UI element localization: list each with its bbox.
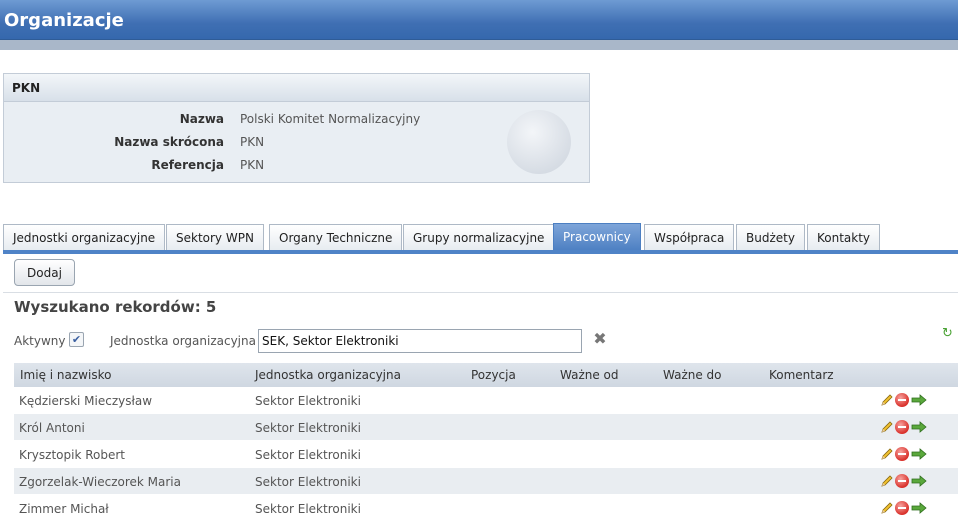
- refresh-icon[interactable]: ↻: [942, 327, 956, 341]
- employees-table: Imię i nazwisko Jednostka organizacyjna …: [14, 363, 958, 522]
- pencil-edit-icon[interactable]: [880, 447, 894, 461]
- organization-panel-header: PKN: [4, 74, 589, 102]
- column-header-valid-from[interactable]: Ważne od: [560, 368, 619, 382]
- tabs-underline: [3, 250, 958, 254]
- cell-name: Kędzierski Mieczysław: [19, 394, 153, 408]
- row-actions: [880, 420, 930, 436]
- tab-bar: Jednostki organizacyjne Sektory WPN Orga…: [3, 223, 958, 251]
- org-field-label: Referencja: [151, 158, 224, 172]
- table-row[interactable]: Król Antoni Sektor Elektroniki: [14, 414, 958, 441]
- cell-name: Zgorzelak-Wieczorek Maria: [19, 475, 181, 489]
- org-field-value: PKN: [240, 135, 265, 149]
- cell-unit: Sektor Elektroniki: [255, 394, 361, 408]
- move-arrow-icon[interactable]: [911, 447, 927, 461]
- pencil-edit-icon[interactable]: [880, 420, 894, 434]
- globe-icon: [507, 110, 571, 174]
- active-checkbox[interactable]: ✔: [69, 332, 84, 347]
- table-header: Imię i nazwisko Jednostka organizacyjna …: [14, 363, 958, 387]
- row-actions: [880, 393, 930, 409]
- tab-cooperation[interactable]: Współpraca: [644, 224, 735, 251]
- column-header-comment[interactable]: Komentarz: [769, 368, 834, 382]
- divider: [3, 292, 958, 293]
- org-field-short-name: Nazwa skrócona PKN: [4, 132, 584, 152]
- delete-icon[interactable]: [895, 447, 909, 461]
- row-actions: [880, 501, 930, 517]
- tab-organizational-units[interactable]: Jednostki organizacyjne: [3, 224, 166, 251]
- table-row[interactable]: Krysztopik Robert Sektor Elektroniki: [14, 441, 958, 468]
- org-field-label: Nazwa: [179, 112, 224, 126]
- cell-unit: Sektor Elektroniki: [255, 421, 361, 435]
- add-button[interactable]: Dodaj: [14, 259, 75, 286]
- delete-icon[interactable]: [895, 393, 909, 407]
- delete-icon[interactable]: [895, 474, 909, 488]
- column-header-position[interactable]: Pozycja: [471, 368, 516, 382]
- org-field-label: Nazwa skrócona: [114, 135, 224, 149]
- unit-filter-label: Jednostka organizacyjna: [110, 334, 256, 348]
- cell-unit: Sektor Elektroniki: [255, 475, 361, 489]
- table-row[interactable]: Kędzierski Mieczysław Sektor Elektroniki: [14, 387, 958, 414]
- unit-filter-input[interactable]: [258, 329, 582, 353]
- row-actions: [880, 447, 930, 463]
- tab-budgets[interactable]: Budżety: [736, 224, 805, 251]
- table-row[interactable]: Zimmer Michał Sektor Elektroniki: [14, 495, 958, 522]
- table-row[interactable]: Zgorzelak-Wieczorek Maria Sektor Elektro…: [14, 468, 958, 495]
- move-arrow-icon[interactable]: [911, 420, 927, 434]
- org-field-value: PKN: [240, 158, 265, 172]
- row-actions: [880, 474, 930, 490]
- move-arrow-icon[interactable]: [911, 501, 927, 515]
- tab-technical-bodies[interactable]: Organy Techniczne: [269, 224, 403, 251]
- header-strip: [0, 40, 958, 50]
- clear-filter-icon[interactable]: ✖: [592, 331, 608, 347]
- org-field-reference: Referencja PKN: [4, 155, 584, 175]
- tab-contacts[interactable]: Kontakty: [807, 224, 881, 251]
- app-header: Organizacje: [0, 0, 958, 40]
- pencil-edit-icon[interactable]: [880, 393, 894, 407]
- tab-wpn-sectors[interactable]: Sektory WPN: [166, 224, 264, 251]
- tab-employees[interactable]: Pracownicy: [553, 223, 641, 251]
- column-header-valid-to[interactable]: Ważne do: [663, 368, 722, 382]
- column-header-unit[interactable]: Jednostka organizacyjna: [255, 368, 401, 382]
- column-header-name[interactable]: Imię i nazwisko: [20, 368, 111, 382]
- pencil-edit-icon[interactable]: [880, 474, 894, 488]
- tab-standardization-groups[interactable]: Grupy normalizacyjne: [403, 224, 555, 251]
- pencil-edit-icon[interactable]: [880, 501, 894, 515]
- delete-icon[interactable]: [895, 501, 909, 515]
- move-arrow-icon[interactable]: [911, 474, 927, 488]
- results-count: Wyszukano rekordów: 5: [14, 298, 217, 316]
- cell-name: Krysztopik Robert: [19, 448, 125, 462]
- active-filter-label: Aktywny: [14, 334, 66, 348]
- org-field-value: Polski Komitet Normalizacyjny: [240, 112, 421, 126]
- cell-unit: Sektor Elektroniki: [255, 448, 361, 462]
- cell-unit: Sektor Elektroniki: [255, 502, 361, 516]
- delete-icon[interactable]: [895, 420, 909, 434]
- org-field-name: Nazwa Polski Komitet Normalizacyjny: [4, 109, 584, 129]
- organization-panel: PKN Nazwa Polski Komitet Normalizacyjny …: [3, 73, 590, 183]
- page-title: Organizacje: [4, 10, 124, 31]
- cell-name: Król Antoni: [19, 421, 85, 435]
- move-arrow-icon[interactable]: [911, 393, 927, 407]
- cell-name: Zimmer Michał: [19, 502, 109, 516]
